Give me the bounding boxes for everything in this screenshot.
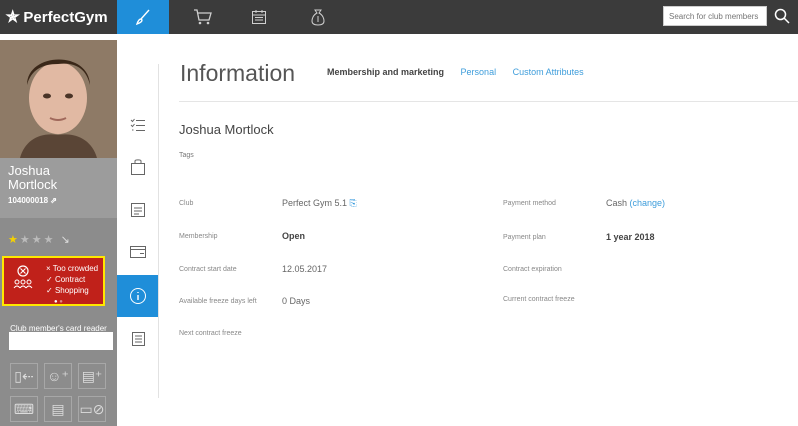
star-filled-icon[interactable]: ★ — [8, 234, 20, 246]
documents-icon — [131, 332, 145, 346]
nav-tab-calendar[interactable] — [233, 0, 285, 34]
door-entry-icon: ▯⇠ — [14, 367, 34, 384]
freeze-days-value: 0 Days — [282, 296, 311, 306]
group-warning-icon — [13, 265, 33, 289]
freeze-days-label: Available freeze days left — [179, 298, 257, 305]
add-note-button[interactable]: ▤⁺ — [78, 363, 106, 389]
club-value: Perfect Gym 5.1 ⎘ — [282, 198, 357, 208]
pos-button[interactable]: ⌨ — [10, 396, 38, 422]
note-icon — [130, 203, 145, 217]
alert-item: ✓ Shopping — [46, 286, 89, 295]
contract-expiration-label: Contract expiration — [503, 266, 562, 273]
page-title: Information — [180, 60, 296, 86]
add-member-button[interactable]: ☺⁺ — [44, 363, 72, 389]
tab-personal[interactable]: Personal — [461, 67, 497, 77]
star-empty-icon[interactable]: ★ — [44, 234, 56, 246]
card-block-icon: ▭⊘ — [79, 400, 105, 417]
nav-tab-brush[interactable] — [117, 0, 169, 34]
wallet-icon — [129, 246, 146, 258]
club-link-icon[interactable]: ⎘ — [350, 198, 357, 208]
external-link-icon[interactable]: ⇗ — [50, 196, 57, 205]
alert-item: ✓ Contract — [46, 275, 86, 284]
cart-icon — [194, 9, 212, 25]
next-freeze-label: Next contract freeze — [179, 330, 242, 337]
member-rating[interactable]: ★★★★ ↘ — [8, 233, 72, 246]
star-empty-icon[interactable]: ★ — [32, 234, 44, 246]
nav-tab-money[interactable] — [292, 0, 344, 34]
brush-icon — [135, 9, 150, 26]
header-divider — [179, 101, 798, 102]
logo[interactable]: ✯ PerfectGym — [0, 0, 117, 34]
member-nameplate: Joshua Mortlock 104000018 ⇗ — [0, 158, 117, 218]
section-nav-checklist[interactable] — [117, 104, 158, 146]
alert-item: × Too crowded — [46, 264, 99, 273]
door-entry-button[interactable]: ▯⇠ — [10, 363, 38, 389]
tab-membership-marketing[interactable]: Membership and marketing — [327, 67, 444, 77]
member-photo[interactable] — [0, 40, 117, 158]
membership-value: Open — [282, 231, 306, 241]
arrow-down-right-icon[interactable]: ↘ — [61, 234, 72, 246]
add-document-icon: ▤⁺ — [81, 367, 103, 384]
payment-plan-label: Payment plan — [503, 234, 546, 241]
current-freeze-label: Current contract freeze — [503, 296, 575, 303]
section-nav — [117, 40, 158, 400]
payment-method-value: Cash (change) — [606, 198, 666, 208]
search-input[interactable] — [663, 6, 767, 26]
contract-start-label: Contract start date — [179, 266, 237, 273]
documents-button[interactable]: ▤ — [44, 396, 72, 422]
section-nav-shopping[interactable] — [117, 146, 158, 188]
payment-plan-value: 1 year 2018 — [606, 232, 655, 242]
member-id: 104000018 — [8, 196, 49, 205]
member-panel: Joshua Mortlock 104000018 ⇗ ★★★★ ↘ × Too… — [0, 40, 117, 426]
star-empty-icon[interactable]: ★ — [20, 234, 32, 246]
payment-method-label: Payment method — [503, 200, 556, 207]
section-nav-notes[interactable] — [117, 189, 158, 231]
member-last-name: Mortlock — [8, 177, 58, 192]
member-alerts[interactable]: × Too crowded ✓ Contract ✓ Shopping ● ● — [2, 256, 105, 306]
tab-custom-attributes[interactable]: Custom Attributes — [513, 67, 584, 77]
info-tabs: Membership and marketing Personal Custom… — [327, 67, 598, 77]
section-nav-information[interactable] — [117, 275, 158, 317]
money-bag-icon — [311, 9, 325, 26]
information-content: Information Membership and marketing Per… — [159, 40, 798, 426]
search-icon — [774, 8, 790, 24]
top-bar: ✯ PerfectGym — [0, 0, 798, 34]
document-icon: ▤ — [51, 400, 65, 417]
contract-start-value: 12.05.2017 — [282, 264, 328, 274]
calendar-icon — [252, 10, 266, 24]
member-first-name: Joshua — [8, 163, 50, 178]
section-nav-documents[interactable] — [117, 318, 158, 360]
brand-name: PerfectGym — [23, 8, 108, 26]
cross-icon: × — [46, 264, 53, 273]
person-portrait-icon — [0, 40, 117, 158]
nav-tab-cart[interactable] — [177, 0, 229, 34]
membership-label: Membership — [179, 233, 218, 240]
star-logo-icon: ✯ — [6, 9, 20, 26]
carousel-dots[interactable]: ● ● — [54, 299, 63, 305]
check-icon: ✓ — [46, 286, 55, 295]
check-icon: ✓ — [46, 275, 55, 284]
card-reader-input[interactable] — [9, 332, 113, 350]
change-payment-link[interactable]: (change) — [630, 198, 666, 208]
block-card-button[interactable]: ▭⊘ — [78, 396, 106, 422]
info-icon — [129, 288, 146, 304]
add-user-icon: ☺⁺ — [47, 367, 69, 384]
section-nav-wallet[interactable] — [117, 231, 158, 273]
checklist-icon — [130, 118, 145, 131]
member-full-name: Joshua Mortlock — [179, 122, 274, 137]
search-button[interactable] — [770, 3, 794, 29]
tags-label: Tags — [179, 152, 194, 159]
shopping-bag-icon — [130, 159, 145, 175]
club-label: Club — [179, 200, 194, 207]
laptop-icon: ⌨ — [13, 400, 35, 417]
